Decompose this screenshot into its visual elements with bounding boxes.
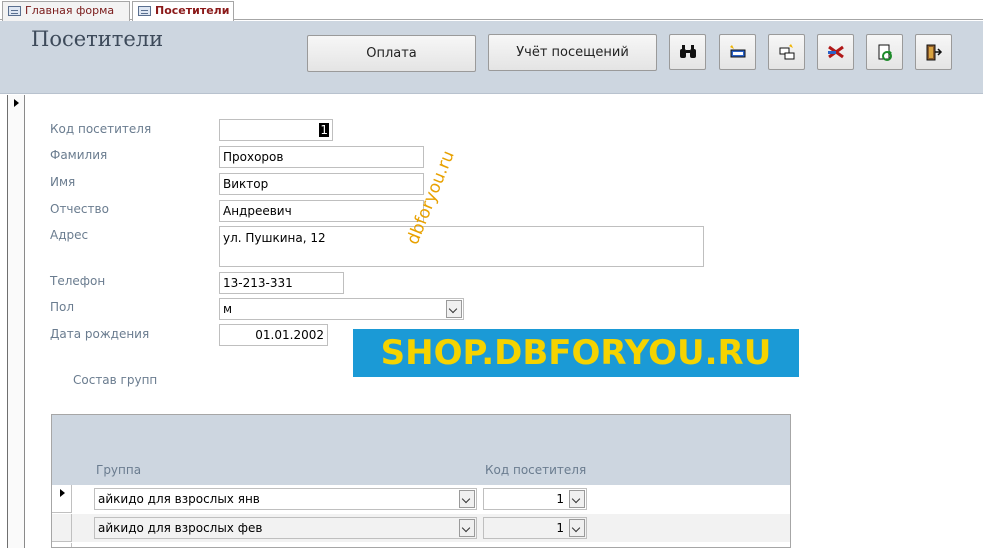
chevron-down-icon[interactable] [569,490,585,508]
table-row: айкидо для взрослых янв 1 [52,485,790,513]
tab-main-form[interactable]: Главная форма [2,1,130,21]
tab-label: Главная форма [25,4,115,17]
chevron-down-icon[interactable] [569,519,585,537]
record-selector[interactable] [7,95,25,548]
gender-value: м [223,302,233,316]
birthdate-field[interactable]: 01.01.2002 [219,324,328,346]
find-button[interactable] [669,34,706,70]
visitor-code-value: 1 [319,123,329,137]
subform-header: Группа Код посетителя [52,415,790,485]
patronymic-field[interactable]: Андреевич [219,200,424,222]
visitor-code-column-header: Код посетителя [485,463,587,477]
visitor-code-field[interactable]: 1 [219,119,333,141]
form-icon [8,6,21,16]
visitor-code-combobox[interactable]: 1 [483,517,587,539]
visitor-code-cell: 1 [556,492,564,506]
new-record-button[interactable] [719,34,756,70]
birthdate-label: Дата рождения [50,327,150,341]
chevron-down-icon[interactable] [459,519,475,537]
refresh-icon [878,44,892,61]
visitor-code-combobox[interactable]: 1 [483,488,587,510]
row-selector[interactable] [52,543,72,547]
group-combobox[interactable]: айкидо для взрослых фев [94,517,477,539]
watermark-banner: SHOP.DBFORYOU.RU [353,329,799,377]
table-row [52,543,790,547]
table-row: айкидо для взрослых фев 1 [52,514,790,542]
group-value: айкидо для взрослых янв [98,492,260,506]
current-record-arrow-icon [14,99,19,107]
group-value: айкидо для взрослых фев [98,521,263,535]
row-selector[interactable] [52,485,72,513]
form-icon [138,6,151,16]
groups-subform: Группа Код посетителя айкидо для взрослы… [51,414,791,548]
tab-label: Посетители [155,4,230,17]
group-column-header: Группа [96,463,142,477]
access-form-window: Главная форма Посетители Посетители Опла… [0,0,983,548]
surname-label: Фамилия [50,148,108,162]
surname-field[interactable]: Прохоров [219,146,424,168]
delete-record-button[interactable] [817,34,854,70]
visitor-code-cell: 1 [556,521,564,535]
row-selector[interactable] [52,514,72,542]
exit-icon [926,44,943,61]
copy-record-icon [779,44,795,60]
refresh-button[interactable] [866,34,903,70]
tab-visitors[interactable]: Посетители [132,1,234,22]
current-record-arrow-icon [60,489,65,497]
visitor-code-label: Код посетителя [50,122,152,136]
address-field[interactable]: ул. Пушкина, 12 [219,226,704,267]
name-label: Имя [50,175,76,189]
gender-label: Пол [50,300,75,314]
phone-label: Телефон [50,274,106,288]
chevron-down-icon[interactable] [459,490,475,508]
exit-button[interactable] [915,34,952,70]
groups-label: Состав групп [73,373,158,387]
chevron-down-icon[interactable] [446,300,462,318]
payment-button[interactable]: Оплата [307,35,476,72]
delete-record-icon [828,45,844,59]
group-combobox[interactable]: айкидо для взрослых янв [94,488,477,510]
phone-field[interactable]: 13-213-331 [219,272,344,294]
patronymic-label: Отчество [50,202,109,216]
page-title: Посетители [31,27,164,51]
binoculars-icon [680,45,696,58]
address-label: Адрес [50,228,89,242]
attendance-button[interactable]: Учёт посещений [488,34,657,71]
new-record-icon [730,45,746,58]
gender-combobox[interactable]: м [219,298,464,320]
name-field[interactable]: Виктор [219,173,424,195]
form-header: Посетители Оплата Учёт посещений [0,21,983,94]
document-tab-bar: Главная форма Посетители [0,0,983,22]
copy-record-button[interactable] [768,34,805,70]
